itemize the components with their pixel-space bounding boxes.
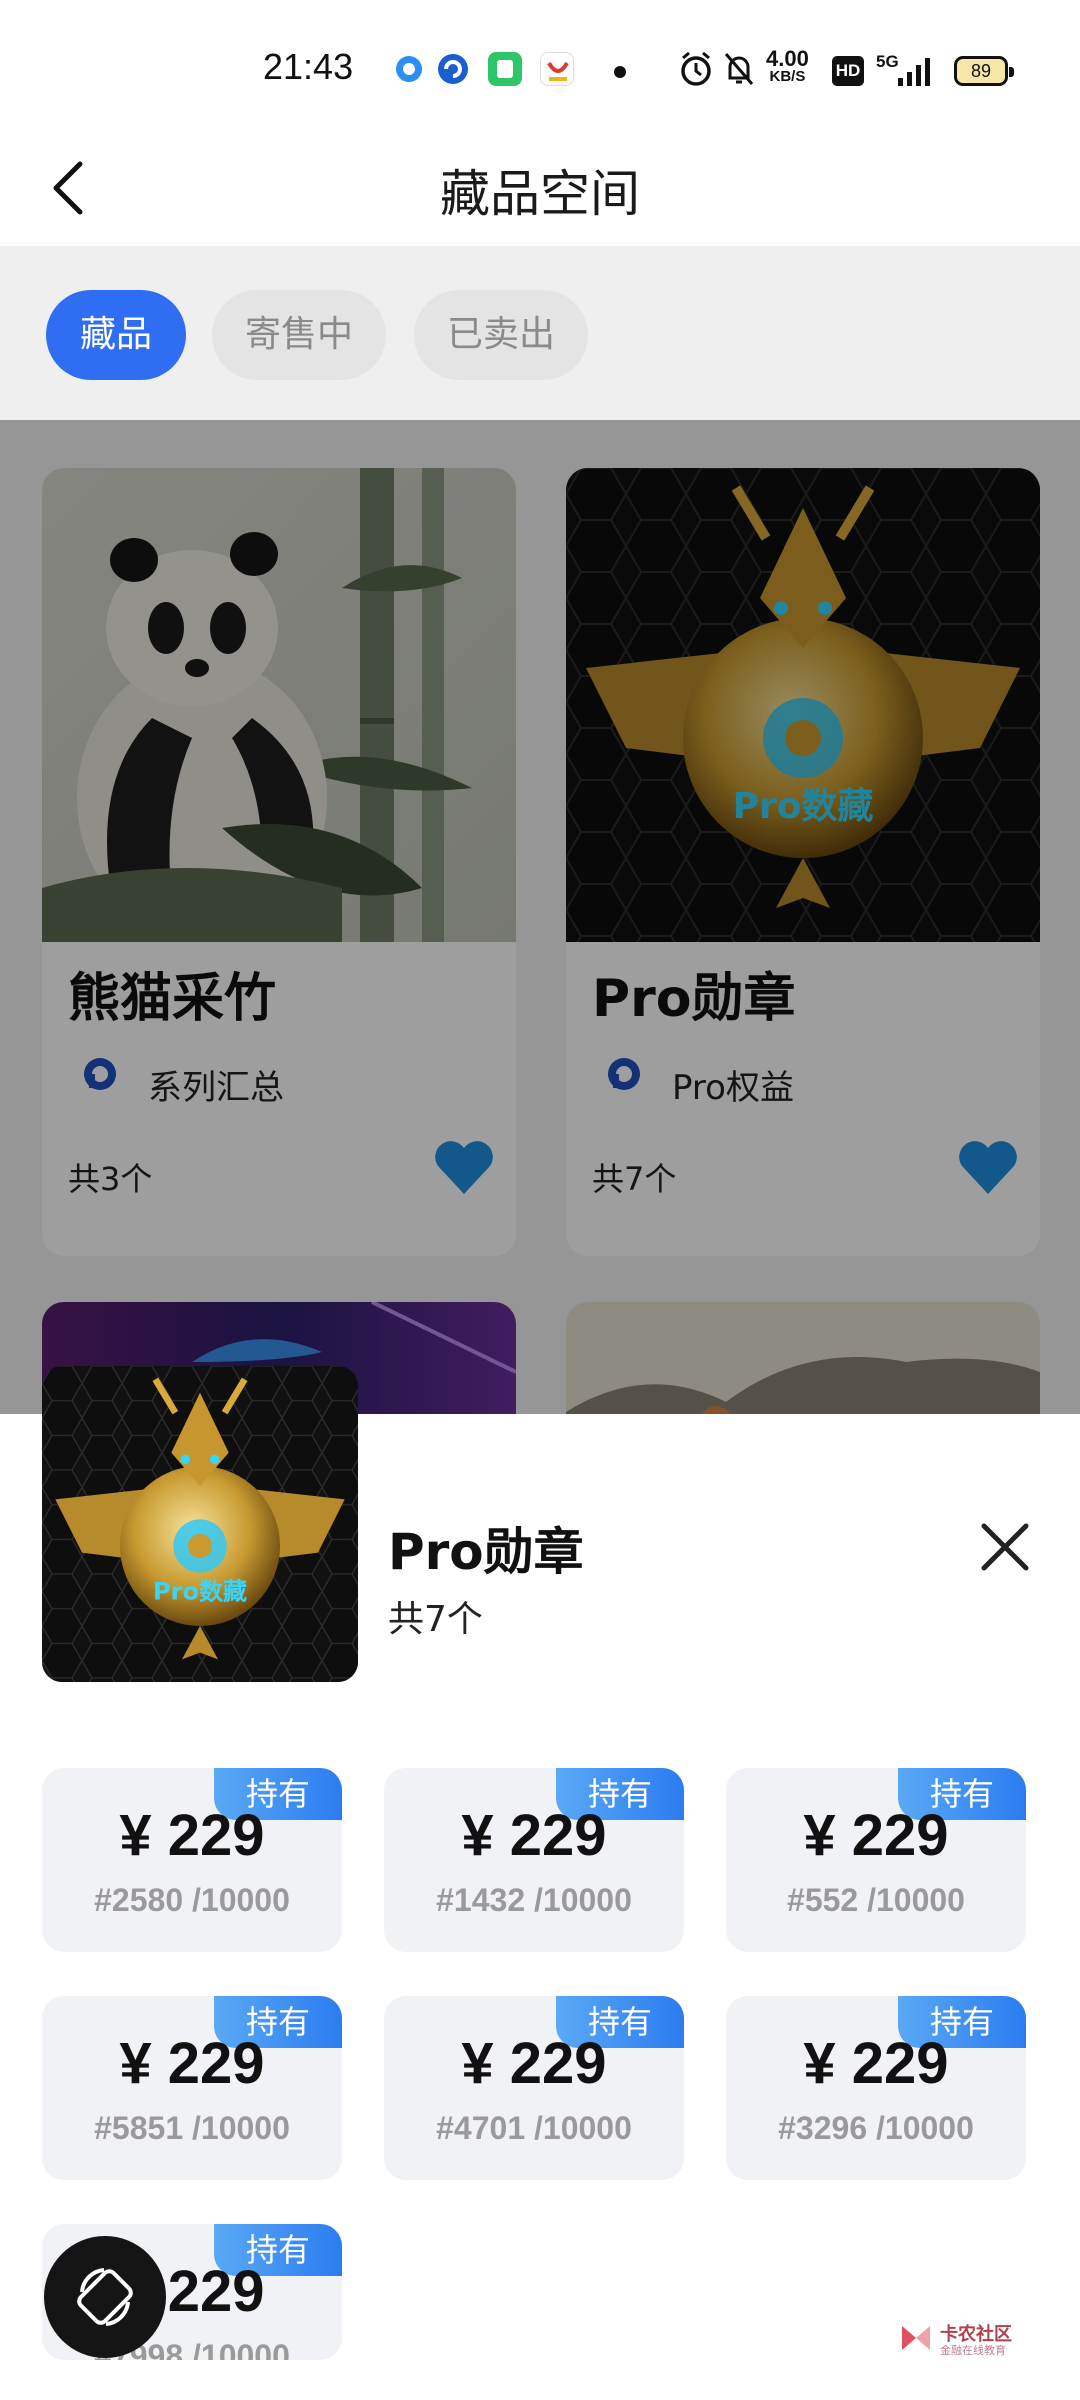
item-price: ¥ 229 bbox=[119, 1803, 265, 1868]
tab-bar: 藏品 寄售中 已卖出 bbox=[0, 246, 1080, 420]
nft-item-card[interactable]: 持有 ¥ 229 #552 /10000 bbox=[726, 1768, 1026, 1952]
app-header: 藏品空间 bbox=[0, 130, 1080, 246]
nft-item-card[interactable]: 持有 ¥ 229 #2580 /10000 bbox=[42, 1768, 342, 1952]
network-speed: 4.00 KB/S bbox=[766, 46, 809, 86]
close-icon bbox=[981, 1523, 1029, 1571]
network-speed-unit: KB/S bbox=[769, 68, 806, 85]
close-button[interactable] bbox=[970, 1512, 1040, 1582]
sheet-count: 共7个 bbox=[388, 1599, 483, 1640]
floating-action-button[interactable] bbox=[44, 2236, 166, 2358]
nft-item-card[interactable]: 持有 ¥ 229 #5851 /10000 bbox=[42, 1996, 342, 2180]
tab-collections[interactable]: 藏品 bbox=[46, 290, 186, 380]
item-serial: #3296 /10000 bbox=[778, 2110, 974, 2146]
item-price: ¥ 229 bbox=[803, 2031, 949, 2096]
item-price: ¥ 229 bbox=[461, 1803, 607, 1868]
status-bar: 21:43 4.00 KB/S HD 5G 89 bbox=[0, 0, 1080, 130]
item-serial: #1432 /10000 bbox=[436, 1882, 632, 1918]
app-notification-icon bbox=[540, 52, 574, 86]
rotate-screen-icon bbox=[77, 2268, 133, 2326]
more-notifications-dot bbox=[614, 66, 626, 78]
item-serial: #2580 /10000 bbox=[94, 1882, 290, 1918]
watermark-subtitle: 金融在线教育 bbox=[940, 2344, 1006, 2357]
mute-bell-icon bbox=[722, 50, 756, 92]
battery-icon: 89 bbox=[954, 56, 1014, 86]
item-serial: #4701 /10000 bbox=[436, 2110, 632, 2146]
sheet-thumbnail: Pro数藏 bbox=[42, 1366, 358, 1682]
status-time: 21:43 bbox=[263, 46, 354, 87]
nft-item-card[interactable]: 持有 ¥ 229 #1432 /10000 bbox=[384, 1768, 684, 1952]
network-speed-value: 4.00 bbox=[766, 46, 809, 71]
tab-sold[interactable]: 已卖出 bbox=[414, 290, 588, 380]
item-price: ¥ 229 bbox=[119, 2031, 265, 2096]
item-serial: #5851 /10000 bbox=[94, 2110, 290, 2146]
signal-icon bbox=[896, 56, 936, 92]
sheet-title: Pro勋章 bbox=[388, 1523, 584, 1581]
item-price: ¥ 229 bbox=[803, 1803, 949, 1868]
nft-item-card[interactable]: 持有 ¥ 229 #4701 /10000 bbox=[384, 1996, 684, 2180]
nft-item-card[interactable]: 持有 ¥ 229 #3296 /10000 bbox=[726, 1996, 1026, 2180]
watermark-logo-icon bbox=[902, 2326, 930, 2350]
hd-icon: HD bbox=[832, 56, 864, 86]
thumb-brand-text: Pro数藏 bbox=[153, 1577, 247, 1605]
tab-on-consignment[interactable]: 寄售中 bbox=[212, 290, 386, 380]
watermark: 卡农社区 金融在线教育 bbox=[896, 2318, 1036, 2362]
app-notification-icon bbox=[488, 52, 522, 86]
app-notification-icon bbox=[436, 52, 470, 86]
page-title: 藏品空间 bbox=[440, 165, 640, 223]
app-notification-icon bbox=[392, 52, 426, 86]
item-price: ¥ 229 bbox=[461, 2031, 607, 2096]
item-serial: #552 /10000 bbox=[787, 1882, 965, 1918]
alarm-icon bbox=[678, 50, 714, 92]
modal-backdrop[interactable] bbox=[0, 420, 1080, 1414]
